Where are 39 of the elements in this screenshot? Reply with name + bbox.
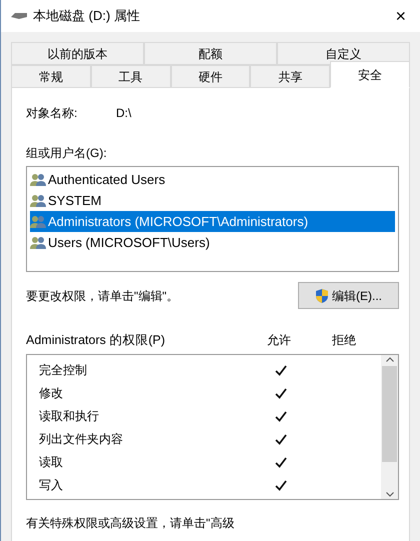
group-item[interactable]: Authenticated Users bbox=[30, 169, 395, 190]
shield-icon bbox=[315, 288, 329, 304]
groups-label: 组或用户名(G): bbox=[26, 145, 108, 162]
users-icon bbox=[30, 194, 46, 208]
users-icon bbox=[30, 214, 46, 228]
permission-name: 修改 bbox=[38, 385, 64, 402]
allow-header: 允许 bbox=[266, 332, 292, 349]
tab[interactable]: 共享 bbox=[250, 65, 330, 88]
deny-header: 拒绝 bbox=[331, 332, 357, 349]
tab[interactable]: 以前的版本 bbox=[11, 42, 144, 65]
object-name-value: D:\ bbox=[116, 105, 132, 122]
permission-name: 读取 bbox=[38, 454, 64, 472]
tab[interactable]: 自定义 bbox=[277, 42, 410, 65]
scroll-down-icon[interactable] bbox=[386, 492, 394, 497]
scrollbar[interactable] bbox=[381, 354, 398, 499]
advanced-hint: 有关特殊权限或高级设置，请单击"高级 bbox=[26, 514, 236, 532]
tab[interactable]: 硬件 bbox=[170, 65, 250, 88]
permission-name: 读取和执行 bbox=[38, 408, 100, 426]
users-icon bbox=[30, 236, 46, 250]
group-item[interactable]: Users (MICROSOFT\Users) bbox=[30, 232, 395, 253]
edit-hint: 要更改权限，请单击"编辑"。 bbox=[26, 288, 179, 304]
tab[interactable]: 配额 bbox=[144, 42, 277, 65]
drive-icon bbox=[11, 12, 27, 20]
tab[interactable]: 工具 bbox=[90, 65, 171, 88]
window-title: 本地磁盘 (D:) 属性 bbox=[33, 7, 140, 26]
permission-name: 列出文件夹内容 bbox=[38, 431, 124, 448]
object-name-label: 对象名称: bbox=[26, 105, 78, 122]
tab[interactable]: 常规 bbox=[11, 65, 91, 88]
tab[interactable]: 安全 bbox=[330, 61, 410, 88]
group-item[interactable]: SYSTEM bbox=[30, 190, 395, 211]
scrollbar-thumb[interactable] bbox=[382, 366, 397, 462]
edit-button[interactable]: 编辑(E)... bbox=[298, 282, 399, 309]
scroll-up-icon[interactable] bbox=[386, 356, 394, 362]
permission-name: 写入 bbox=[38, 477, 64, 494]
close-button[interactable]: × bbox=[391, 7, 410, 25]
group-item[interactable]: Administrators (MICROSOFT\Administrators) bbox=[30, 211, 395, 232]
permission-name: 完全控制 bbox=[38, 362, 88, 380]
users-icon bbox=[30, 172, 46, 186]
permissions-label: Administrators 的权限(P) bbox=[26, 332, 166, 349]
